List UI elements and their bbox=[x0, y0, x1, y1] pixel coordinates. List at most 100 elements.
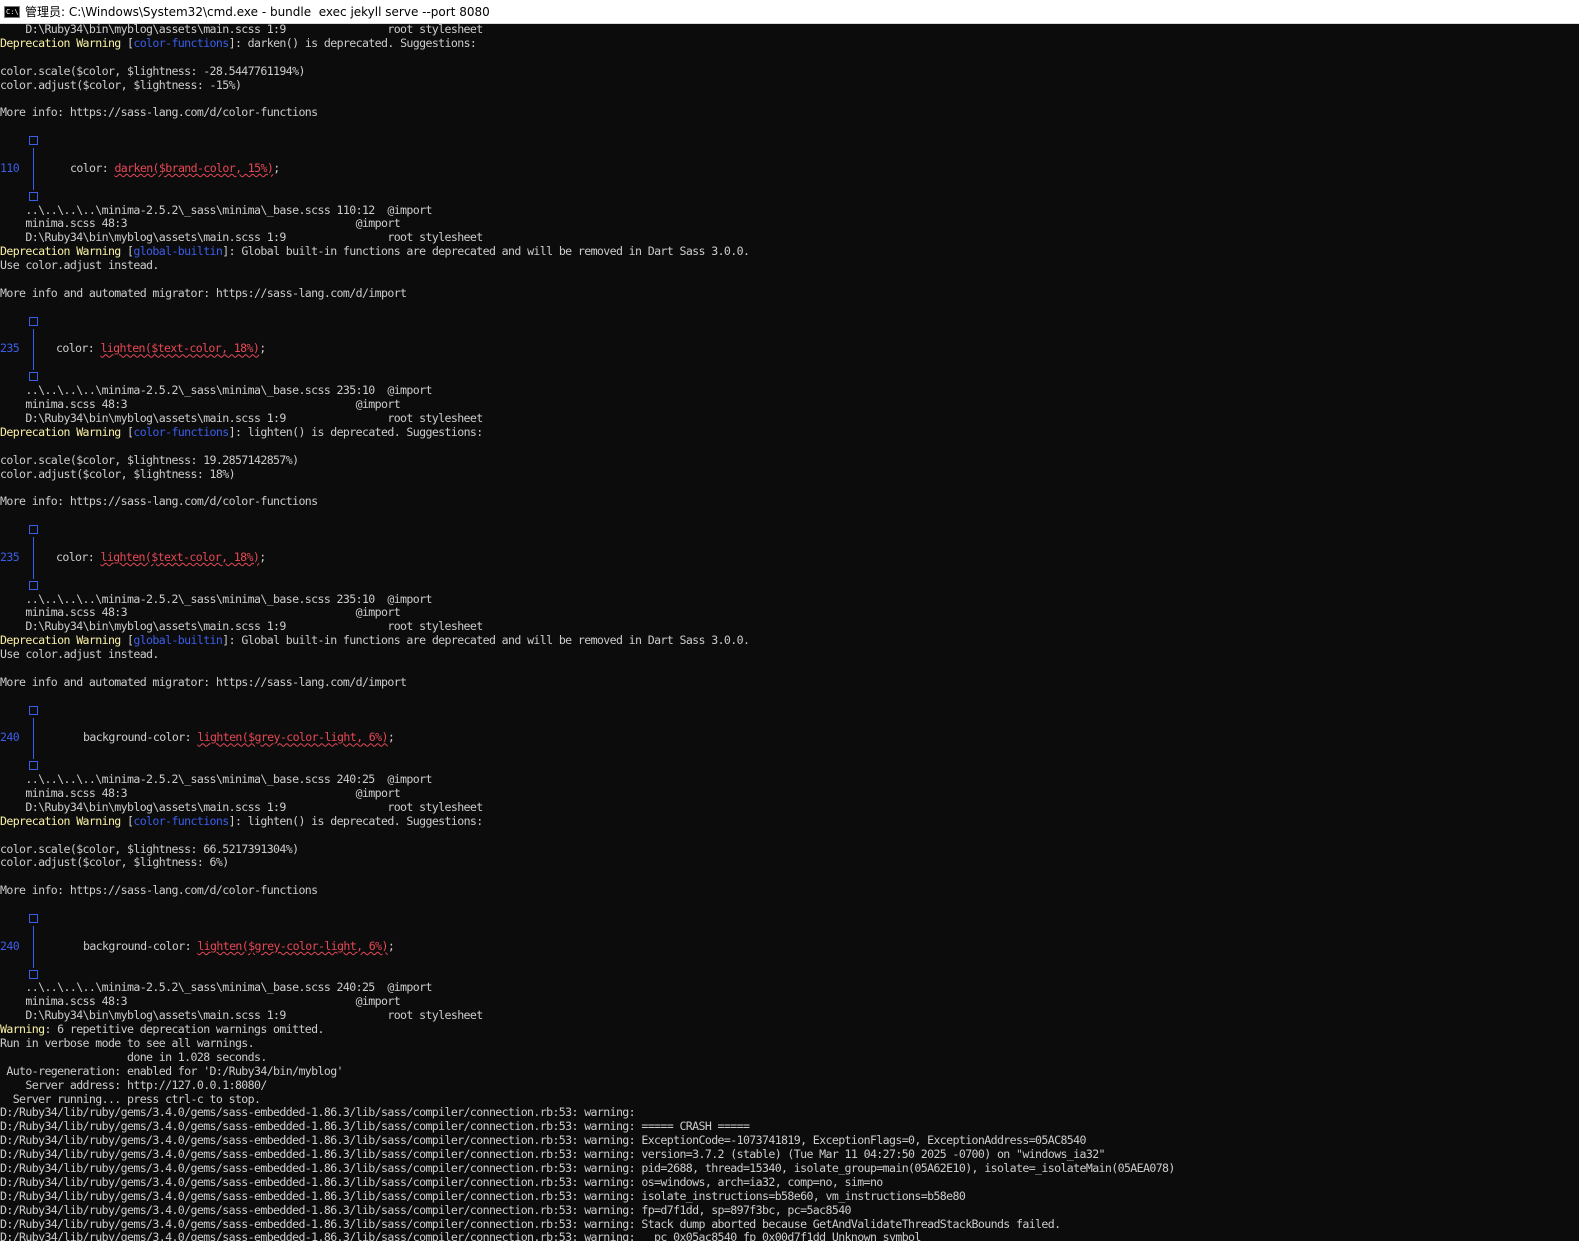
console-line: minima.scss 48:3 @import bbox=[0, 605, 401, 620]
crash-prefix: D:/Ruby34/lib/ruby/gems/3.4.0/gems/sass-… bbox=[0, 1147, 642, 1162]
snippet-line bbox=[0, 564, 1579, 579]
snippet-line bbox=[0, 148, 1579, 163]
console-line: color.scale($color, $lightness: 19.28571… bbox=[0, 452, 299, 467]
warning-tag: global-builtin bbox=[133, 244, 223, 259]
crash-prefix: D:/Ruby34/lib/ruby/gems/3.4.0/gems/sass-… bbox=[0, 1105, 642, 1120]
console-line: color.adjust($color, $lightness: 6%) bbox=[0, 855, 229, 870]
snippet-line bbox=[0, 536, 1579, 551]
console-output[interactable]: D:\Ruby34\bin\myblog\assets\main.scss 1:… bbox=[0, 23, 1579, 1241]
line-number: 235 bbox=[0, 549, 20, 564]
crash-prefix: D:/Ruby34/lib/ruby/gems/3.4.0/gems/sass-… bbox=[0, 1230, 642, 1241]
console-line: minima.scss 48:3 @import bbox=[0, 994, 401, 1009]
crash-log: D:/Ruby34/lib/ruby/gems/3.4.0/gems/sass-… bbox=[0, 1106, 1579, 1241]
snippet-line: 235 color: lighten($text-color, 18%); bbox=[0, 341, 1579, 357]
warning-label: Warning bbox=[0, 1022, 45, 1037]
snippet-gutter bbox=[33, 148, 34, 163]
line-number: 235 bbox=[0, 341, 20, 356]
snippet-box-bottom bbox=[0, 579, 1579, 593]
line-number: 240 bbox=[0, 938, 20, 953]
crash-message: fp=d7f1dd, sp=897f3bc, pc=5ac8540 bbox=[641, 1202, 851, 1217]
snippet-box-top bbox=[0, 704, 1579, 718]
console-line: D:\Ruby34\bin\myblog\assets\main.scss 1:… bbox=[0, 230, 483, 245]
snippet-line bbox=[0, 953, 1579, 968]
snippet-box-top bbox=[0, 315, 1579, 329]
snippet-line bbox=[0, 925, 1579, 940]
deprecation-warning-line: Deprecation Warning [color-functions]: d… bbox=[0, 35, 477, 50]
console-line: Server address: http://127.0.0.1:8080/ bbox=[0, 1077, 267, 1092]
crash-message: isolate_instructions=b58e60, vm_instruct… bbox=[641, 1188, 966, 1203]
crash-prefix: D:/Ruby34/lib/ruby/gems/3.4.0/gems/sass-… bbox=[0, 1216, 642, 1231]
snippet-line bbox=[0, 328, 1579, 343]
snippet-box-top bbox=[0, 912, 1579, 926]
console-line: color.scale($color, $lightness: 66.52173… bbox=[0, 841, 299, 856]
crash-prefix: D:/Ruby34/lib/ruby/gems/3.4.0/gems/sass-… bbox=[0, 1133, 642, 1148]
console-line: ..\..\..\..\minima-2.5.2\_sass\minima\_b… bbox=[0, 772, 432, 787]
box-marker bbox=[29, 136, 38, 146]
console-line: ..\..\..\..\minima-2.5.2\_sass\minima\_b… bbox=[0, 383, 432, 398]
crash-prefix: D:/Ruby34/lib/ruby/gems/3.4.0/gems/sass-… bbox=[0, 1161, 642, 1176]
console-line: color.scale($color, $lightness: -28.5447… bbox=[0, 63, 305, 78]
crash-line: D:/Ruby34/lib/ruby/gems/3.4.0/gems/sass-… bbox=[0, 1174, 1579, 1190]
crash-line: D:/Ruby34/lib/ruby/gems/3.4.0/gems/sass-… bbox=[0, 1216, 1579, 1232]
console-line: D:\Ruby34\bin\myblog\assets\main.scss 1:… bbox=[0, 619, 483, 634]
console-line: done in 1.028 seconds. bbox=[0, 1049, 267, 1064]
snippet-code: color: lighten($text-color, 18%); bbox=[56, 341, 266, 356]
snippet-line: 240 background-color: lighten($grey-color… bbox=[0, 938, 1579, 954]
snippet-code: color: lighten($text-color, 18%); bbox=[56, 549, 266, 564]
crash-line: D:/Ruby34/lib/ruby/gems/3.4.0/gems/sass-… bbox=[0, 1202, 1579, 1218]
snippet-line bbox=[0, 175, 1579, 190]
console-line: D:\Ruby34\bin\myblog\assets\main.scss 1:… bbox=[0, 23, 483, 36]
console-line: ..\..\..\..\minima-2.5.2\_sass\minima\_b… bbox=[0, 591, 432, 606]
console-line: D:\Ruby34\bin\myblog\assets\main.scss 1:… bbox=[0, 1008, 483, 1023]
console-line: More info and automated migrator: https:… bbox=[0, 674, 407, 689]
crash-line: D:/Ruby34/lib/ruby/gems/3.4.0/gems/sass-… bbox=[0, 1106, 1579, 1120]
snippet-line: 240 background-color: lighten($grey-color… bbox=[0, 730, 1579, 746]
snippet-box-bottom bbox=[0, 190, 1579, 204]
snippet-code: background-color: lighten($grey-color-li… bbox=[83, 730, 395, 745]
console-line: Use color.adjust instead. bbox=[0, 647, 159, 662]
console-line: More info: https://sass-lang.com/d/color… bbox=[0, 105, 318, 120]
crash-prefix: D:/Ruby34/lib/ruby/gems/3.4.0/gems/sass-… bbox=[0, 1174, 642, 1189]
snippet-box-bottom bbox=[0, 370, 1579, 384]
console-line: More info and automated migrator: https:… bbox=[0, 285, 407, 300]
window-title: 管理员: C:\Windows\System32\cmd.exe - bundl… bbox=[25, 5, 490, 19]
console-line: Server running... press ctrl-c to stop. bbox=[0, 1091, 261, 1106]
snippet-code: color: darken($brand-color, 15%); bbox=[70, 160, 280, 175]
deprecation-warning-line: Deprecation Warning [color-functions]: l… bbox=[0, 424, 483, 439]
crash-line: D:/Ruby34/lib/ruby/gems/3.4.0/gems/sass-… bbox=[0, 1188, 1579, 1204]
cmd-icon[interactable]: C:\ bbox=[4, 5, 20, 18]
line-number: 240 bbox=[0, 730, 20, 745]
snippet-box-bottom bbox=[0, 759, 1579, 773]
snippet-line bbox=[0, 745, 1579, 760]
crash-message: ExceptionCode=-1073741819, ExceptionFlag… bbox=[641, 1133, 1086, 1148]
crash-message: pid=2688, thread=15340, isolate_group=ma… bbox=[641, 1161, 1175, 1176]
crash-prefix: D:/Ruby34/lib/ruby/gems/3.4.0/gems/sass-… bbox=[0, 1119, 642, 1134]
window-titlebar[interactable]: C:\ 管理员: C:\Windows\System32\cmd.exe - b… bbox=[0, 0, 1579, 24]
box-marker bbox=[29, 191, 38, 201]
console-line: color.adjust($color, $lightness: 18%) bbox=[0, 466, 236, 481]
deprecation-label: Deprecation Warning bbox=[0, 35, 121, 50]
console-line: Use color.adjust instead. bbox=[0, 258, 159, 273]
crash-message: Stack dump aborted because GetAndValidat… bbox=[641, 1216, 1061, 1231]
snippet-highlight: darken($brand-color, 15%) bbox=[114, 160, 274, 175]
console-line: minima.scss 48:3 @import bbox=[0, 397, 401, 412]
crash-prefix: D:/Ruby34/lib/ruby/gems/3.4.0/gems/sass-… bbox=[0, 1202, 642, 1217]
snippet-line bbox=[0, 717, 1579, 732]
line-number: 110 bbox=[0, 160, 20, 175]
console-line: ..\..\..\..\minima-2.5.2\_sass\minima\_b… bbox=[0, 202, 432, 217]
console-line: minima.scss 48:3 @import bbox=[0, 785, 401, 800]
snippet-line: 235 color: lighten($text-color, 18%); bbox=[0, 549, 1579, 565]
crash-message: ===== CRASH ===== bbox=[641, 1119, 750, 1134]
deprecation-warning-line: Deprecation Warning [global-builtin]: Gl… bbox=[0, 633, 750, 648]
console-line: ..\..\..\..\minima-2.5.2\_sass\minima\_b… bbox=[0, 980, 432, 995]
console-line: More info: https://sass-lang.com/d/color… bbox=[0, 494, 318, 509]
console-line: color.adjust($color, $lightness: -15%) bbox=[0, 77, 242, 92]
